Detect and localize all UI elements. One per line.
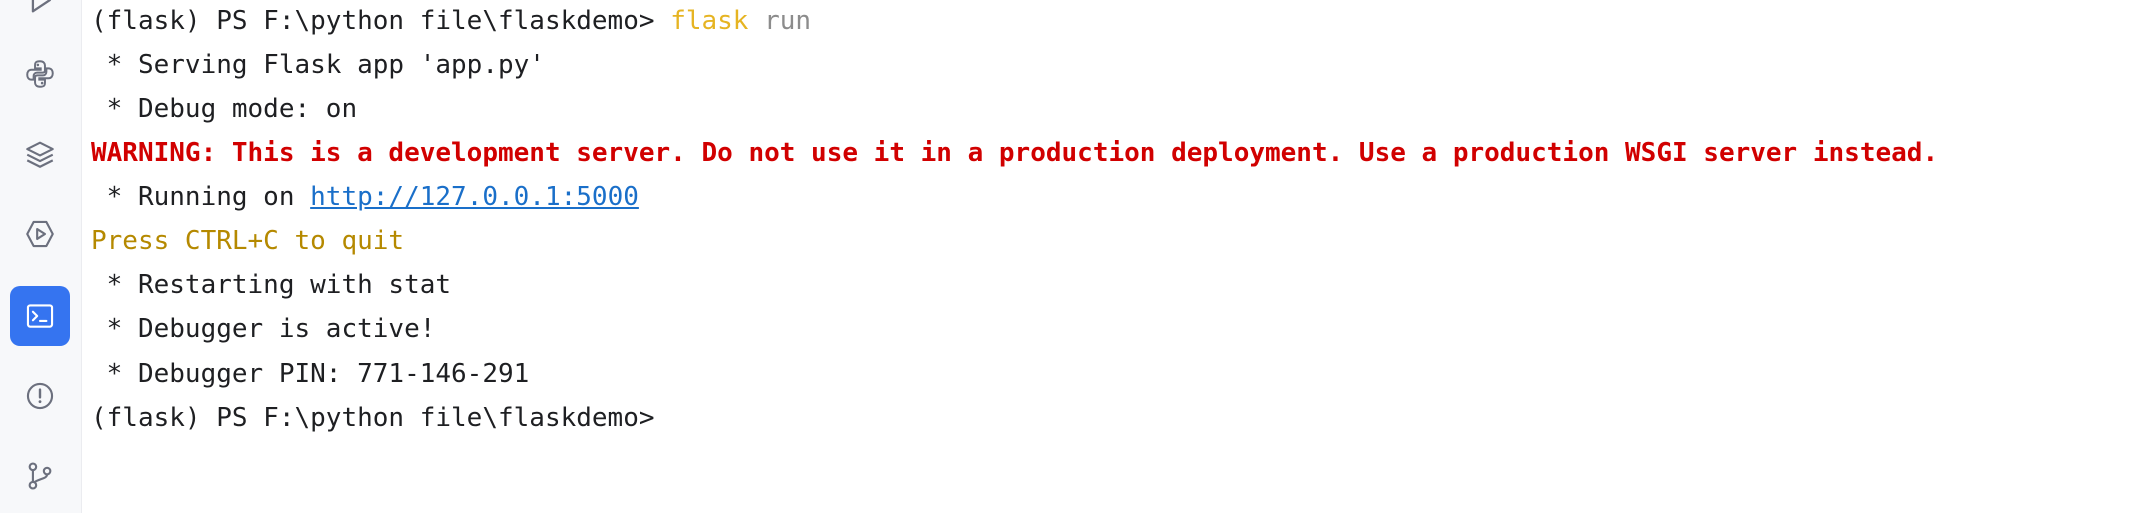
server-url-link[interactable]: http://127.0.0.1:5000: [310, 182, 639, 212]
terminal-icon: [26, 304, 54, 328]
prompt-text: (flask) PS F:\python file\flaskdemo>: [91, 6, 671, 36]
terminal-line-debugger-pin: * Debugger PIN: 771-146-291: [91, 359, 530, 389]
terminal-line-prompt: (flask) PS F:\python file\flaskdemo> fla…: [91, 0, 811, 43]
terminal-line-debugger-active: * Debugger is active!: [91, 314, 436, 344]
run-icon: [31, 0, 52, 13]
services-tool-button[interactable]: [10, 204, 70, 264]
terminal-line-debug-mode: * Debug mode: on: [91, 94, 358, 124]
python-console-icon: [26, 60, 54, 88]
terminal-line-running: * Running on http://127.0.0.1:5000: [91, 175, 639, 219]
ide-window: (flask) PS F:\python file\flaskdemo> fla…: [0, 0, 2131, 513]
terminal-line-restarting: * Restarting with stat: [91, 270, 452, 300]
problems-tool-button[interactable]: [10, 366, 70, 426]
python-console-tool-button[interactable]: [10, 44, 70, 104]
terminal-line-warning: WARNING: This is a development server. D…: [91, 138, 1939, 168]
layers-tool-button[interactable]: [10, 124, 70, 184]
command-flask: flask: [670, 6, 749, 36]
terminal-line-serving: * Serving Flask app 'app.py': [91, 50, 545, 80]
terminal-tool-button[interactable]: [10, 286, 70, 346]
git-tool-button[interactable]: [10, 446, 70, 506]
services-icon: [26, 220, 54, 248]
terminal-line-quit-hint: Press CTRL+C to quit: [91, 226, 405, 256]
problems-icon: [26, 382, 54, 410]
running-prefix: * Running on: [91, 182, 311, 212]
terminal-output[interactable]: (flask) PS F:\python file\flaskdemo> fla…: [82, 0, 2131, 513]
run-tool-button[interactable]: [10, 0, 70, 30]
layers-icon: [26, 141, 54, 168]
git-icon: [28, 462, 52, 490]
command-run: run: [748, 6, 812, 36]
tool-window-sidebar: [0, 0, 82, 513]
terminal-line-prompt-2: (flask) PS F:\python file\flaskdemo>: [91, 403, 655, 433]
